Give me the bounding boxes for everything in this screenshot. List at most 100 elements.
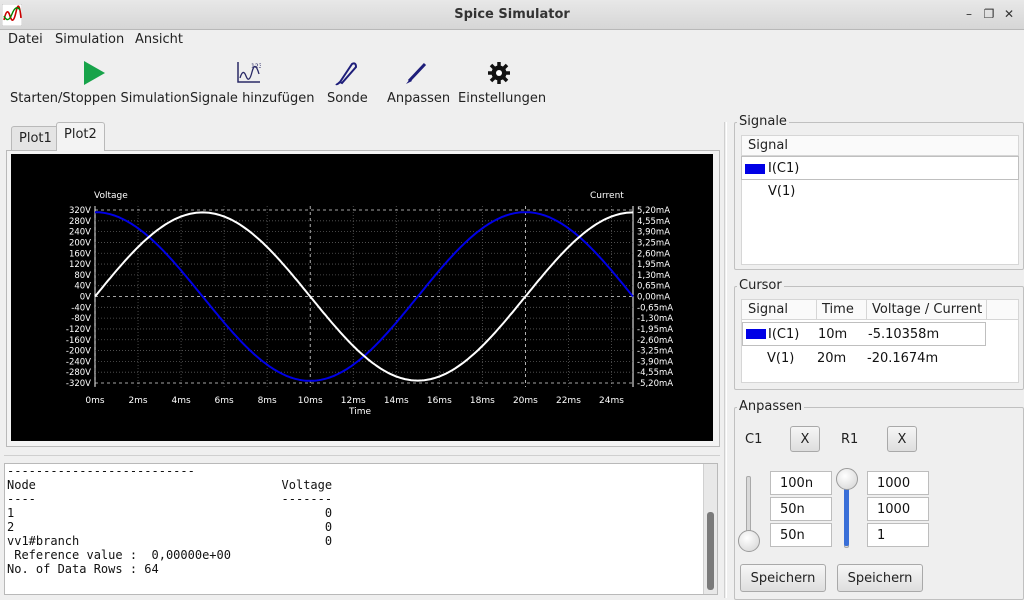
console-output[interactable]: -------------------------- Node Voltage … xyxy=(4,463,718,595)
y-tick-label-left: 160V xyxy=(69,249,91,259)
y-tick-label-left: -160V xyxy=(66,336,91,346)
y-tick-label-left: 0V xyxy=(80,293,91,303)
signal-name: I(C1) xyxy=(768,161,800,176)
tuner-group-title: Anpassen xyxy=(737,399,805,414)
x-tick-label: 24ms xyxy=(599,396,624,406)
tab-plot2[interactable]: Plot2 xyxy=(56,122,105,151)
cursor-col-time[interactable]: Time xyxy=(822,302,854,317)
x-tick-label: 4ms xyxy=(171,396,190,406)
probe-icon xyxy=(335,62,358,86)
cursor-col-signal[interactable]: Signal xyxy=(748,302,788,317)
tuner-r1-value-field[interactable]: 1000 xyxy=(867,497,929,521)
scrollbar-thumb[interactable] xyxy=(707,512,714,590)
tab-plot1[interactable]: Plot1 xyxy=(11,126,60,150)
plot-canvas[interactable]: Voltage Current Time 0ms 2ms 4ms 6ms 8ms 10ms… xyxy=(11,154,713,441)
menu-simulation[interactable]: Simulation xyxy=(55,32,124,47)
slider-knob[interactable] xyxy=(738,530,760,552)
cursor-signal: V(1) xyxy=(767,351,795,366)
x-tick-label: 14ms xyxy=(384,396,409,406)
y-tick-label-left: 240V xyxy=(69,228,91,238)
y-tick-label-right: 0,00mA xyxy=(637,293,670,303)
tuner-r1-slider[interactable] xyxy=(836,468,858,550)
tuner-c1-value-field[interactable]: 50n xyxy=(770,497,832,521)
menu-ansicht[interactable]: Ansicht xyxy=(135,32,183,47)
probe-button[interactable]: Sonde xyxy=(327,60,368,106)
x-axis-label-time: Time xyxy=(348,407,371,417)
vertical-splitter[interactable] xyxy=(724,122,727,598)
cursor-time: 10m xyxy=(818,327,848,342)
window-title: Spice Simulator xyxy=(454,7,570,22)
start-stop-simulation-button[interactable]: Starten/Stoppen Simulation xyxy=(10,60,190,106)
x-tick-label: 22ms xyxy=(556,396,581,406)
y-tick-label-left: -320V xyxy=(66,379,91,389)
signals-list: Signal I(C1) V(1) xyxy=(741,135,1019,265)
add-signals-label: Signale hinzufügen xyxy=(190,91,315,106)
add-signals-button[interactable]: 123 Signale hinzufügen xyxy=(190,60,315,106)
plot-panel: Plot1 Plot2 Voltage Current Time 0ms 2ms 4… xyxy=(6,122,720,447)
menu-datei[interactable]: Datei xyxy=(8,32,43,47)
y-tick-label-right: -1,95mA xyxy=(637,325,673,335)
maximize-icon[interactable]: ❐ xyxy=(982,7,996,21)
tuner-c1-max-field[interactable]: 100n xyxy=(770,471,832,495)
close-icon[interactable]: ✕ xyxy=(1002,7,1016,21)
signals-list-header[interactable]: Signal xyxy=(742,136,1018,156)
cursor-value: -20.1674m xyxy=(867,351,939,366)
gear-icon xyxy=(488,62,510,84)
tuner-c1-min-field[interactable]: 50n xyxy=(770,523,832,547)
cursor-color-swatch xyxy=(746,329,766,339)
y-tick-label-left: 320V xyxy=(69,206,91,216)
y-tick-label-right: 0,65mA xyxy=(637,282,670,292)
y-tick-label-right: -1,30mA xyxy=(637,314,673,324)
start-stop-label: Starten/Stoppen Simulation xyxy=(10,91,190,106)
y-tick-label-right: -3,90mA xyxy=(637,357,673,367)
console-scrollbar[interactable] xyxy=(703,464,717,594)
y-tick-label-left: -40V xyxy=(71,303,91,313)
play-icon xyxy=(84,61,105,85)
y-tick-label-left: 80V xyxy=(74,271,91,281)
title-bar: Spice Simulator – ❐ ✕ xyxy=(0,0,1024,30)
y-tick-label-left: -200V xyxy=(66,347,91,357)
signal-item[interactable]: I(C1) xyxy=(741,156,1019,180)
tuner-r1-save-button[interactable]: Speichern xyxy=(837,564,923,592)
cursor-signal: I(C1) xyxy=(768,327,800,342)
signals-group-title: Signale xyxy=(737,114,789,129)
signal-item[interactable]: V(1) xyxy=(742,180,1018,204)
y-tick-label-right: 5,20mA xyxy=(637,206,670,216)
add-signals-icon: 123 xyxy=(237,62,261,83)
y-tick-label-left: -280V xyxy=(66,368,91,378)
x-tick-label: 16ms xyxy=(427,396,452,406)
y-tick-label-right: -0,65mA xyxy=(637,303,673,313)
y-tick-label-left: 200V xyxy=(69,238,91,248)
signal-name: V(1) xyxy=(768,184,796,199)
tune-label: Anpassen xyxy=(387,91,451,106)
minimize-icon[interactable]: – xyxy=(962,7,976,21)
tuner-group: Anpassen C1 X 100n 50n 50n Speichern R1 … xyxy=(734,399,1024,600)
signal-color-swatch xyxy=(745,164,765,174)
y-tick-label-left: -80V xyxy=(71,314,91,324)
probe-label: Sonde xyxy=(327,91,368,106)
cursor-group: Cursor Signal Time Voltage / Current I(C… xyxy=(734,278,1024,390)
y-tick-label-right: -5,20mA xyxy=(637,379,673,389)
tuner-c1-label: C1 xyxy=(745,432,763,447)
tuner-c1-remove-button[interactable]: X xyxy=(790,426,820,452)
x-tick-label: 20ms xyxy=(513,396,538,406)
y-tick-label-right: 1,30mA xyxy=(637,271,670,281)
y-axis-label-voltage: Voltage xyxy=(94,191,128,201)
cursor-table-header: Signal Time Voltage / Current xyxy=(742,300,1018,320)
tuner-c1-save-button[interactable]: Speichern xyxy=(740,564,826,592)
tune-button[interactable]: Anpassen xyxy=(387,60,451,106)
tuner-r1-min-field[interactable]: 1 xyxy=(867,523,929,547)
settings-button[interactable]: Einstellungen xyxy=(458,60,546,106)
slider-knob[interactable] xyxy=(836,468,858,490)
horizontal-splitter[interactable] xyxy=(4,455,720,458)
tuner-r1-max-field[interactable]: 1000 xyxy=(867,471,929,495)
tuner-r1-label: R1 xyxy=(841,432,859,447)
y-tick-label-right: 3,25mA xyxy=(637,238,670,248)
x-tick-label: 2ms xyxy=(128,396,147,406)
cursor-col-value[interactable]: Voltage / Current xyxy=(872,302,982,317)
cursor-row[interactable]: V(1) 20m -20.1674m xyxy=(742,347,1018,371)
tuner-r1-remove-button[interactable]: X xyxy=(887,426,917,452)
toolbar: Starten/Stoppen Simulation 123 Signale h… xyxy=(0,52,1024,112)
tuner-c1-slider[interactable] xyxy=(738,474,760,552)
cursor-row[interactable]: I(C1) 10m -5.10358m xyxy=(742,322,986,346)
